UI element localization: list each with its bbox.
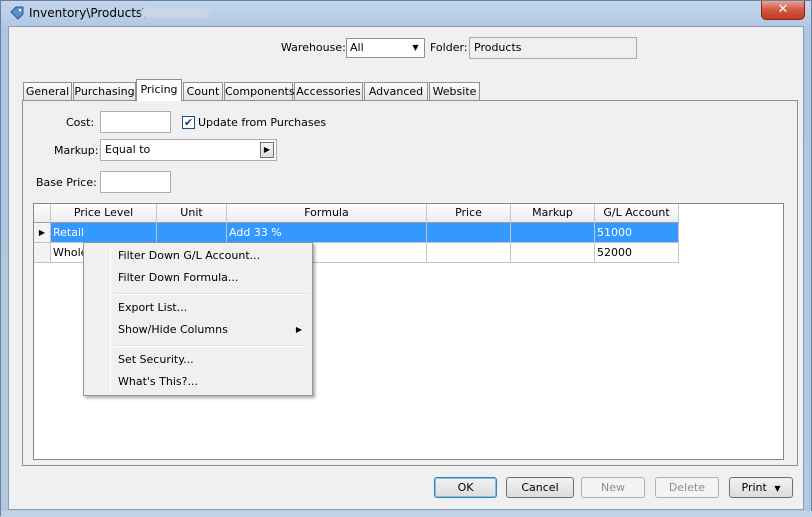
menu-item-filter-gl-account[interactable]: Filter Down G/L Account...: [86, 245, 310, 267]
chevron-right-icon[interactable]: ▶: [260, 142, 274, 158]
cost-input[interactable]: [100, 111, 171, 133]
menu-item-show-hide-columns[interactable]: Show/Hide Columns ▶: [86, 319, 310, 341]
tab-components[interactable]: Components: [224, 82, 295, 100]
cancel-button[interactable]: Cancel: [506, 477, 574, 498]
window-bottom-border: [1, 511, 812, 517]
tab-accessories[interactable]: Accessories: [294, 82, 363, 100]
cell-unit[interactable]: [157, 223, 227, 243]
column-header-markup[interactable]: Markup: [511, 204, 595, 223]
tab-pricing[interactable]: Pricing: [136, 79, 182, 101]
chevron-right-icon: ▶: [295, 325, 302, 334]
cell-gl-account[interactable]: 52000: [595, 243, 679, 263]
cost-label: Cost:: [66, 116, 95, 129]
menu-item-label: Show/Hide Columns: [118, 323, 228, 336]
update-from-purchases-checkbox[interactable]: ✔: [182, 116, 195, 129]
markup-value: Equal to: [105, 143, 151, 156]
base-price-input[interactable]: [100, 171, 171, 193]
print-button[interactable]: Print ▼: [729, 477, 793, 498]
column-header-price[interactable]: Price: [427, 204, 511, 223]
cell-markup[interactable]: [511, 243, 595, 263]
folder-field: Products: [469, 37, 637, 59]
warehouse-select[interactable]: All ▼: [346, 38, 425, 58]
title-bar: Inventory\Products\ ✕: [1, 1, 811, 25]
menu-separator: [114, 293, 308, 295]
grid-header-corner: [34, 204, 51, 223]
context-menu: Filter Down G/L Account... Filter Down F…: [83, 242, 313, 396]
base-price-label: Base Price:: [36, 176, 97, 189]
cell-gl-account[interactable]: 51000: [595, 223, 679, 243]
title-blurred-text: [141, 8, 209, 18]
markup-label: Markup:: [54, 144, 99, 157]
delete-button[interactable]: Delete: [655, 477, 719, 498]
row-indicator: [34, 243, 51, 263]
cell-price[interactable]: [427, 243, 511, 263]
cell-price-level[interactable]: Retail: [51, 223, 157, 243]
folder-label: Folder:: [430, 41, 468, 54]
chevron-down-icon: ▼: [412, 43, 419, 52]
triangle-right-icon: ▶: [34, 223, 51, 243]
update-from-purchases-label: Update from Purchases: [198, 116, 327, 129]
menu-item-export-list[interactable]: Export List...: [86, 297, 310, 319]
ok-button[interactable]: OK: [434, 477, 497, 498]
tag-icon: [10, 6, 24, 20]
tab-count[interactable]: Count: [183, 82, 223, 100]
markup-select[interactable]: Equal to ▶: [100, 139, 277, 161]
cell-markup[interactable]: [511, 223, 595, 243]
column-header-unit[interactable]: Unit: [157, 204, 227, 223]
menu-item-set-security[interactable]: Set Security...: [86, 349, 310, 371]
print-label: Print: [741, 481, 767, 494]
column-header-gl-account[interactable]: G/L Account: [595, 204, 679, 223]
tab-advanced[interactable]: Advanced: [364, 82, 428, 100]
window-title: Inventory\Products\: [29, 6, 147, 20]
menu-item-whats-this[interactable]: What's This?...: [86, 371, 310, 393]
cell-price[interactable]: [427, 223, 511, 243]
menu-separator: [114, 345, 308, 347]
tab-general[interactable]: General: [23, 82, 72, 100]
warehouse-value: All: [350, 41, 364, 54]
tab-website[interactable]: Website: [429, 82, 480, 100]
new-button[interactable]: New: [581, 477, 645, 498]
warehouse-label: Warehouse:: [281, 41, 346, 54]
column-header-price-level[interactable]: Price Level: [51, 204, 157, 223]
chevron-down-icon: ▼: [774, 484, 781, 493]
tab-purchasing[interactable]: Purchasing: [73, 82, 136, 100]
inventory-window: Inventory\Products\ ✕ Warehouse: All ▼ F…: [0, 0, 812, 517]
menu-item-filter-formula[interactable]: Filter Down Formula...: [86, 267, 310, 289]
cell-formula[interactable]: Add 33 %: [227, 223, 427, 243]
column-header-formula[interactable]: Formula: [227, 204, 427, 223]
close-button[interactable]: ✕: [761, 1, 805, 20]
